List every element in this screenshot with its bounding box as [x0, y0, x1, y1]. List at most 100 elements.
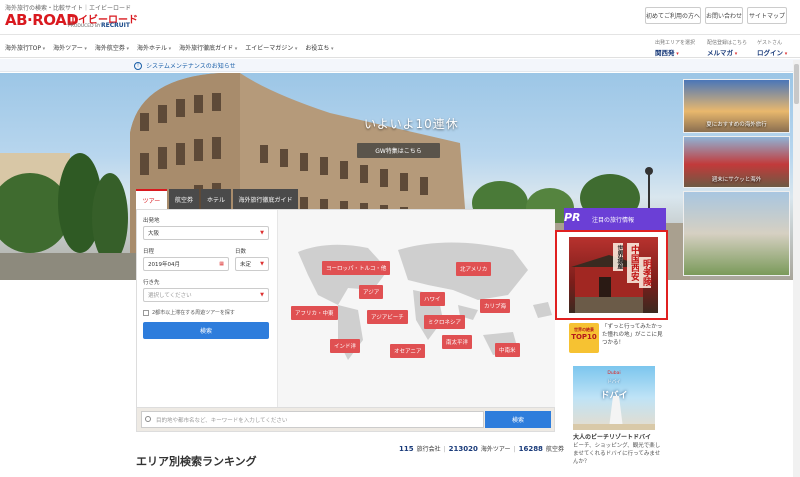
tour-search-button[interactable]: 検索	[143, 322, 269, 339]
nav-item-guide[interactable]: 海外旅行徹底ガイド	[179, 43, 237, 52]
scrollbar-thumb[interactable]	[794, 64, 799, 104]
pr-tag: PR	[564, 211, 581, 224]
nav-item-flights[interactable]: 海外航空券	[95, 43, 129, 52]
region-africa-middle-east-button[interactable]: アフリカ・中東	[291, 306, 338, 320]
region-europe-button[interactable]: ヨーロッパ・トルコ・他	[322, 261, 391, 275]
chevron-down-icon: ▼	[260, 261, 264, 267]
ad-badge-main: TOP10	[571, 333, 597, 341]
sitemap-button[interactable]: サイトマップ	[747, 7, 787, 24]
world-map: ヨーロッパ・トルコ・他 北アメリカ アジア ハワイ カリブ海 アフリカ・中東 ア…	[277, 210, 555, 407]
departure-area-label: 出発エリアを選択	[655, 40, 696, 46]
region-latin-america-button[interactable]: 中南米	[495, 343, 520, 357]
pr-ad-text-heritage: 世界遺産	[613, 243, 623, 271]
region-hawaii-button[interactable]: ハワイ	[420, 292, 445, 306]
tab-tours[interactable]: ツアー	[136, 189, 167, 209]
region-micronesia-button[interactable]: ミクロネシア	[424, 315, 466, 329]
destination-label: 行き先	[143, 280, 160, 286]
multi-city-checkbox-row[interactable]: 2都市以上滞在する周遊ツアーを探す	[143, 309, 269, 316]
maintenance-notice-link[interactable]: ! システムメンテナンスのお知らせ	[134, 61, 236, 70]
main-nav: 海外旅行TOP 海外ツアー 海外航空券 海外ホテル 海外旅行徹底ガイド エイビー…	[0, 36, 800, 58]
tab-hotels[interactable]: ホテル	[201, 189, 231, 209]
login-value[interactable]: ログイン	[757, 47, 787, 57]
thumb-weekend-caption: 週末にサクッと海外	[711, 177, 762, 183]
pr-ad-text-xian: 中国西安	[627, 243, 639, 283]
tour-search-form: 出発地 大阪 ▼ 日程 2019年04月 ▦ 日数 未定 ▼ 行き先 選択してく…	[143, 216, 269, 339]
stat-tours-label: 海外ツアー	[480, 446, 511, 453]
date-value: 2019年04月	[148, 262, 180, 268]
thumb-rome-photo[interactable]	[683, 191, 790, 276]
mail-magazine-link[interactable]: 配信登録はこちら メルマガ	[707, 39, 747, 57]
area-ranking-title: エリア別検索ランキング	[136, 455, 257, 468]
guest-label: ゲストさん	[757, 40, 783, 46]
thumb-weekend-travel[interactable]: 週末にサクッと海外	[683, 136, 790, 188]
nav-item-tours[interactable]: 海外ツアー	[53, 43, 87, 52]
pr-header: PR 注目の旅行情報	[564, 208, 666, 232]
mail-magazine-value[interactable]: メルマガ	[707, 47, 747, 57]
departure-area-selector[interactable]: 出発エリアを選択 関西発	[655, 39, 695, 57]
stat-separator: |	[443, 446, 446, 453]
keyword-search-button[interactable]: 検索	[485, 411, 551, 428]
departure-select[interactable]: 大阪 ▼	[143, 226, 269, 240]
region-south-pacific-button[interactable]: 南太平洋	[442, 335, 473, 349]
site-stats: 115 旅行会社 | 213020 海外ツアー | 16288 航空券	[399, 444, 564, 453]
maintenance-notice-text[interactable]: システムメンテナンスのお知らせ	[146, 61, 236, 70]
site-header: 海外旅行の検索・比較サイト｜エイビーロード AB·ROAD エイビーロード PR…	[0, 0, 800, 35]
destination-select[interactable]: 選択してください ▼	[143, 288, 269, 302]
nav-item-hotels[interactable]: 海外ホテル	[137, 43, 171, 52]
region-north-america-button[interactable]: 北アメリカ	[456, 262, 492, 276]
nav-item-magazine[interactable]: エイビーマガジン	[245, 43, 297, 52]
keyword-search-input[interactable]: 目的地や都市名など、キーワードを入力してください	[141, 411, 484, 428]
thumb-summer-travel[interactable]: 夏におすすめの海外旅行	[683, 79, 790, 133]
trees-left-image	[0, 153, 140, 280]
hero-title[interactable]: いよいよ10連休	[364, 115, 459, 132]
chevron-down-icon: ▼	[260, 230, 264, 236]
region-indian-ocean-button[interactable]: インド洋	[330, 339, 361, 353]
date-input[interactable]: 2019年04月 ▦	[143, 257, 229, 271]
nav-item-useful[interactable]: お役立ち	[305, 43, 333, 52]
multi-city-checkbox[interactable]	[143, 309, 149, 316]
calendar-icon[interactable]: ▦	[219, 261, 224, 267]
stat-companies-label: 旅行会社	[416, 446, 441, 453]
login-link[interactable]: ゲストさん ログイン	[757, 39, 787, 57]
burj-al-arab-image	[573, 396, 655, 430]
info-icon: !	[134, 61, 142, 70]
recruit-logo: RECRUIT	[101, 22, 130, 29]
days-value: 未定	[240, 262, 252, 268]
contact-button[interactable]: お問い合わせ	[705, 7, 743, 24]
stat-companies-count: 115	[399, 445, 414, 453]
pr-ad-text-mingxiaoling: 明孝陵	[639, 257, 651, 288]
stat-tours-count: 213020	[448, 445, 478, 453]
destination-placeholder: 選択してください	[148, 293, 192, 299]
search-icon	[145, 416, 151, 422]
departure-area-value[interactable]: 関西発	[655, 47, 695, 57]
pr-ad-image[interactable]: 中国西安 世界遺産 明孝陵	[569, 237, 658, 313]
date-label: 日程	[143, 249, 155, 255]
region-asia-button[interactable]: アジア	[359, 285, 384, 299]
produced-by-label: PRODUCED BY	[68, 24, 101, 29]
stat-flights-label: 航空券	[545, 446, 564, 453]
days-label: 日数	[235, 249, 247, 255]
page-scrollbar[interactable]	[793, 60, 800, 477]
ad-dubai-desc: ビーチ、ショッピング、観光で楽しませてくれるドバイに行ってみませんか？	[573, 443, 661, 465]
ad-world-scenery-badge[interactable]: 世界の絶景 TOP10	[569, 323, 599, 353]
first-time-button[interactable]: 初めてご利用の方へ	[645, 7, 701, 24]
gw-feature-button[interactable]: GW特集はこちら	[357, 143, 440, 158]
tab-travel-guide[interactable]: 海外旅行徹底ガイド	[233, 189, 298, 209]
region-oceania-button[interactable]: オセアニア	[390, 344, 426, 358]
mail-magazine-label: 配信登録はこちら	[707, 40, 748, 46]
ad-world-scenery[interactable]: 世界の絶景 TOP10 「ずっと行ってみたかった憧れの地」がここに見つかる！	[564, 321, 666, 361]
region-caribbean-button[interactable]: カリブ海	[480, 299, 511, 313]
stat-separator: |	[513, 446, 516, 453]
ad-world-scenery-text[interactable]: 「ずっと行ってみたかった憧れの地」がここに見つかる！	[602, 323, 664, 347]
nav-item-top[interactable]: 海外旅行TOP	[5, 43, 45, 52]
pr-featured-ad[interactable]: 中国西安 世界遺産 明孝陵	[555, 230, 668, 320]
days-select[interactable]: 未定 ▼	[235, 257, 269, 271]
ad-dubai-image[interactable]: Dubai ドバイ ドバイ	[573, 366, 655, 430]
multi-city-label[interactable]: 2都市以上滞在する周遊ツアーを探す	[152, 309, 235, 316]
notice-bar: ! システムメンテナンスのお知らせ	[0, 59, 800, 72]
region-asia-beach-button[interactable]: アジアビーチ	[367, 310, 408, 324]
ad-dubai-title[interactable]: 大人のビーチリゾートドバイ	[573, 432, 651, 441]
departure-value: 大阪	[148, 231, 160, 237]
page: 海外旅行の検索・比較サイト｜エイビーロード AB·ROAD エイビーロード PR…	[0, 0, 800, 477]
tab-flights[interactable]: 航空券	[169, 189, 199, 209]
